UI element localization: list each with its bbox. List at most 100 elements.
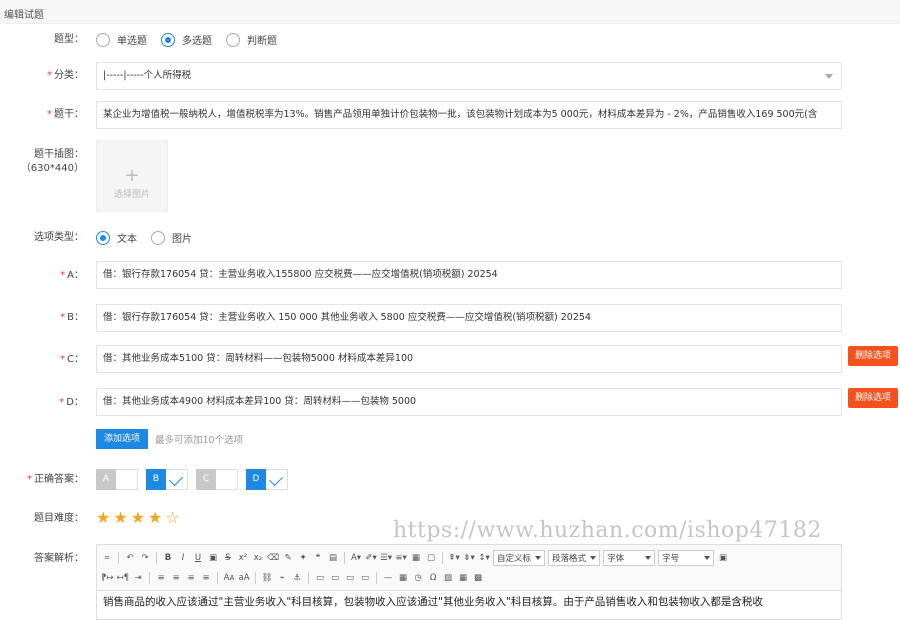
- image-none-icon[interactable]: ▭: [314, 571, 326, 585]
- answer-checkbox-checked[interactable]: [266, 469, 288, 490]
- select-all-icon[interactable]: ▦: [410, 551, 422, 565]
- radio-multiple-choice[interactable]: 多选题: [161, 32, 212, 47]
- eraser-icon[interactable]: ⌫: [267, 551, 279, 565]
- star-empty-icon[interactable]: ☆: [165, 509, 179, 527]
- underline-icon[interactable]: U: [192, 551, 204, 565]
- star-filled-icon[interactable]: ★: [131, 509, 145, 527]
- radio-circle-selected[interactable]: [96, 230, 110, 245]
- answer-checkbox[interactable]: [116, 469, 138, 490]
- anchor-icon[interactable]: ⚓: [291, 571, 303, 585]
- radio-image[interactable]: 图片: [151, 230, 192, 245]
- row-spacing-bottom-icon[interactable]: ⇟▾: [463, 551, 475, 565]
- radio-text[interactable]: 文本: [96, 230, 137, 245]
- option-a-input[interactable]: 借：银行存款176054 贷：主营业务收入155800 应交税费——应交增值税(…: [96, 261, 842, 289]
- answer-b-toggle[interactable]: B: [146, 469, 188, 490]
- strikethrough-icon[interactable]: S: [222, 551, 234, 565]
- editor-toolbar: ⌗ ↶ ↷ B I U ▣ S x² x₂ ⌫ ✎ ✦ ❝ ▤ A▾ ✐▾ ☰▾…: [97, 545, 841, 591]
- insert-image-icon[interactable]: ▨: [442, 571, 454, 585]
- insert-table-icon[interactable]: ▦: [457, 571, 469, 585]
- chevron-down-icon: [645, 556, 652, 560]
- redo-icon[interactable]: ↷: [139, 551, 151, 565]
- option-b-label: * B：: [60, 312, 84, 323]
- font-color-icon[interactable]: A▾: [350, 551, 362, 565]
- font-dropdown[interactable]: 字体: [603, 550, 656, 566]
- align-left-icon[interactable]: ≡: [155, 571, 167, 585]
- rtl-icon[interactable]: ↤¶: [117, 571, 130, 585]
- answer-checkbox-checked[interactable]: [166, 469, 188, 490]
- highlight-icon[interactable]: ✐▾: [365, 551, 377, 565]
- format-painter-icon[interactable]: ✎: [282, 551, 294, 565]
- radio-single-choice[interactable]: 单选题: [96, 32, 147, 47]
- fullscreen-icon[interactable]: ▣: [717, 551, 729, 565]
- italic-icon[interactable]: I: [177, 551, 189, 565]
- difficulty-rating[interactable]: ★ ★ ★ ★ ☆: [96, 509, 180, 527]
- answer-c-toggle[interactable]: C: [196, 469, 238, 490]
- option-c-input[interactable]: 借：其他业务成本5100 贷：周转材料——包装物5000 材料成本差异100: [96, 345, 842, 373]
- font-border-icon[interactable]: ▣: [207, 551, 219, 565]
- font-size-dropdown[interactable]: 字号: [658, 550, 715, 566]
- auto-format-icon[interactable]: ✦: [297, 551, 309, 565]
- star-filled-icon[interactable]: ★: [113, 509, 127, 527]
- time-icon[interactable]: ◷: [412, 571, 424, 585]
- clear-doc-icon[interactable]: ▢: [425, 551, 437, 565]
- add-option-button[interactable]: 添加选项: [96, 429, 148, 449]
- align-right-icon[interactable]: ≡: [185, 571, 197, 585]
- answer-letter: A: [96, 469, 116, 490]
- category-select[interactable]: |-----|-----个人所得税: [96, 62, 842, 90]
- row-spacing-top-icon[interactable]: ⇞▾: [448, 551, 460, 565]
- date-icon[interactable]: ▦: [397, 571, 409, 585]
- superscript-icon[interactable]: x²: [237, 551, 249, 565]
- custom-title-dropdown[interactable]: 自定义标: [493, 550, 546, 566]
- bold-icon[interactable]: B: [162, 551, 174, 565]
- blockquote-icon[interactable]: ❝: [312, 551, 324, 565]
- toolbar-divider: [344, 552, 346, 564]
- uppercase-icon[interactable]: Aᴀ: [223, 571, 235, 585]
- stem-image-label: 题干插图：: [34, 149, 84, 160]
- subscript-icon[interactable]: x₂: [252, 551, 264, 565]
- link-icon[interactable]: ⛓: [261, 571, 273, 585]
- answer-checkbox[interactable]: [216, 469, 238, 490]
- radio-circle[interactable]: [96, 32, 110, 47]
- lowercase-icon[interactable]: aA: [238, 571, 250, 585]
- option-d-input[interactable]: 借：其他业务成本4900 材料成本差异100 贷：周转材料——包装物 5000: [96, 388, 842, 416]
- radio-circle-selected[interactable]: [161, 32, 175, 47]
- special-chars-icon[interactable]: Ω: [427, 571, 439, 585]
- align-center-icon[interactable]: ≡: [170, 571, 182, 585]
- radio-true-false[interactable]: 判断题: [226, 32, 277, 47]
- paste-plain-icon[interactable]: ▤: [327, 551, 339, 565]
- ordered-list-icon[interactable]: ☰▾: [380, 551, 392, 565]
- unordered-list-icon[interactable]: ≡▾: [395, 551, 407, 565]
- editor-content[interactable]: 销售商品的收入应该通过"主营业务收入"科目核算，包装物收入应该通过"其他业务收入…: [97, 591, 841, 613]
- scrawl-icon[interactable]: ▩: [472, 571, 484, 585]
- undo-icon[interactable]: ↶: [124, 551, 136, 565]
- image-right-icon[interactable]: ▭: [344, 571, 356, 585]
- line-height-icon[interactable]: ↕▾: [478, 551, 490, 565]
- option-b-input[interactable]: 借：银行存款176054 贷：主营业务收入 150 000 其他业务收入 580…: [96, 304, 842, 332]
- radio-label: 单选题: [117, 36, 147, 47]
- horizontal-rule-icon[interactable]: —: [382, 571, 394, 585]
- radio-label: 图片: [172, 234, 192, 245]
- delete-option-c-button[interactable]: 删除选项: [848, 346, 898, 366]
- radio-circle[interactable]: [226, 32, 240, 47]
- question-type-label: 题型：: [54, 34, 84, 45]
- indent-icon[interactable]: ⇥: [132, 571, 144, 585]
- stem-input[interactable]: 某企业为增值税一般纳税人，增值税税率为13%。销售产品领用单独计价包装物一批，该…: [96, 101, 842, 129]
- rich-text-editor[interactable]: ⌗ ↶ ↷ B I U ▣ S x² x₂ ⌫ ✎ ✦ ❝ ▤ A▾ ✐▾ ☰▾…: [96, 544, 842, 620]
- unlink-icon[interactable]: ⌁: [276, 571, 288, 585]
- delete-option-d-button[interactable]: 删除选项: [848, 388, 898, 408]
- star-filled-icon[interactable]: ★: [148, 509, 162, 527]
- star-filled-icon[interactable]: ★: [96, 509, 110, 527]
- answer-d-toggle[interactable]: D: [246, 469, 288, 490]
- ltr-icon[interactable]: ⁋↦: [101, 571, 114, 585]
- paragraph-dropdown[interactable]: 段落格式: [548, 550, 601, 566]
- difficulty-label: 题目难度：: [34, 513, 84, 524]
- radio-circle[interactable]: [151, 230, 165, 245]
- image-upload-button[interactable]: + 选择图片: [96, 140, 168, 212]
- option-c-label: * C：: [60, 354, 84, 365]
- html-source-icon[interactable]: ⌗: [101, 551, 113, 565]
- image-center-icon[interactable]: ▭: [359, 571, 371, 585]
- answer-a-toggle[interactable]: A: [96, 469, 138, 490]
- radio-label: 文本: [117, 234, 137, 245]
- image-left-icon[interactable]: ▭: [329, 571, 341, 585]
- align-justify-icon[interactable]: ≡: [200, 571, 212, 585]
